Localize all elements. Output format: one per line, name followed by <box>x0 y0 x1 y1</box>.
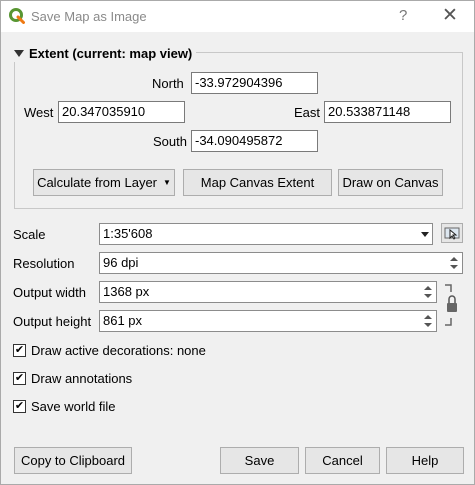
resolution-value: 96 dpi <box>103 255 139 270</box>
resolution-stepper-icon[interactable] <box>447 253 461 273</box>
output-height-spinbox[interactable]: 861 px <box>99 310 437 332</box>
map-canvas-extent-button[interactable]: Map Canvas Extent <box>183 169 332 196</box>
title-bar: Save Map as Image ? ✕ <box>1 1 474 32</box>
save-map-dialog: Save Map as Image ? ✕ Extent (current: m… <box>0 0 475 485</box>
save-world-file-checkbox[interactable]: ✔ <box>13 400 26 413</box>
scale-label: Scale <box>13 227 46 242</box>
output-width-spinbox[interactable]: 1368 px <box>99 281 437 303</box>
extent-group-header[interactable]: Extent (current: map view) <box>12 44 197 62</box>
resolution-spinbox[interactable]: 96 dpi <box>99 252 463 274</box>
collapse-triangle-icon[interactable] <box>14 49 24 57</box>
chevron-down-icon[interactable] <box>421 232 429 237</box>
cancel-button[interactable]: Cancel <box>305 447 380 474</box>
output-height-value: 861 px <box>103 313 143 328</box>
output-width-stepper-icon[interactable] <box>421 282 435 302</box>
draw-on-canvas-button[interactable]: Draw on Canvas <box>338 169 443 196</box>
calculate-from-layer-label: Calculate from Layer <box>37 175 158 190</box>
west-field[interactable]: 20.347035910 <box>58 101 185 123</box>
scale-combobox[interactable]: 1:35'608 <box>99 223 433 245</box>
save-world-file-label[interactable]: Save world file <box>31 399 116 414</box>
draw-annotations-checkbox[interactable]: ✔ <box>13 372 26 385</box>
scale-value: 1:35'608 <box>103 226 153 241</box>
output-width-label: Output width <box>13 285 86 300</box>
copy-to-clipboard-button[interactable]: Copy to Clipboard <box>14 447 132 474</box>
output-height-label: Output height <box>13 314 92 329</box>
extent-group-title: Extent (current: map view) <box>29 45 193 61</box>
help-icon[interactable]: ? <box>399 7 407 24</box>
output-width-value: 1368 px <box>103 284 150 299</box>
save-button[interactable]: Save <box>220 447 299 474</box>
north-field[interactable]: -33.972904396 <box>191 72 318 94</box>
map-tool-icon[interactable] <box>441 223 463 243</box>
resolution-label: Resolution <box>13 256 75 271</box>
qgis-logo-icon <box>9 8 25 24</box>
east-field[interactable]: 20.533871148 <box>324 101 451 123</box>
south-label: South <box>153 134 187 149</box>
padlock-icon[interactable] <box>442 283 460 327</box>
close-icon[interactable]: ✕ <box>442 4 458 27</box>
north-label: North <box>152 76 184 91</box>
draw-decorations-label[interactable]: Draw active decorations: none <box>31 343 206 358</box>
west-label: West <box>24 105 54 120</box>
output-height-stepper-icon[interactable] <box>421 311 435 331</box>
chevron-down-icon: ▼ <box>163 178 171 187</box>
window-title: Save Map as Image <box>31 9 147 24</box>
draw-decorations-checkbox[interactable]: ✔ <box>13 344 26 357</box>
help-button[interactable]: Help <box>386 447 464 474</box>
draw-annotations-label[interactable]: Draw annotations <box>31 371 132 386</box>
east-label: East <box>294 105 321 120</box>
south-field[interactable]: -34.090495872 <box>191 130 318 152</box>
calculate-from-layer-button[interactable]: Calculate from Layer ▼ <box>33 169 175 196</box>
